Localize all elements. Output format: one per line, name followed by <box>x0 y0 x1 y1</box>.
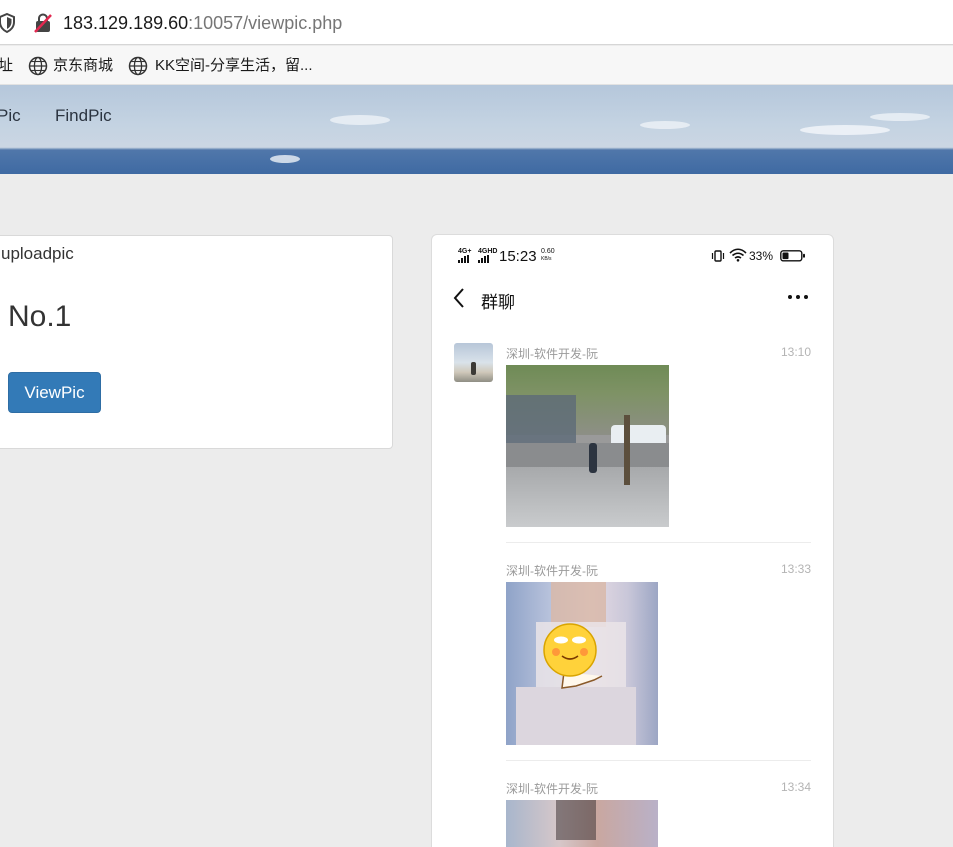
bookmark-partial[interactable]: 址 <box>0 57 13 75</box>
photo-street-image[interactable] <box>506 365 669 527</box>
message-sender: 深圳-软件开发-阮 <box>506 564 598 578</box>
chat-header: 群聊 <box>432 281 833 321</box>
message-sender: 深圳-软件开发-阮 <box>506 782 598 796</box>
cloud-shape <box>870 113 930 121</box>
message-sender: 深圳-软件开发-阮 <box>506 347 598 361</box>
signal-icon <box>478 255 489 263</box>
avatar-figure <box>471 362 476 375</box>
url-text[interactable]: 183.129.189.60:10057/viewpic.php <box>63 13 342 33</box>
cloud-shape <box>330 115 390 125</box>
battery-icon <box>780 250 805 262</box>
upload-panel: uploadpic No.1 ViewPic <box>0 235 393 449</box>
signal-icon <box>458 255 469 263</box>
net2-label: 4GHD <box>478 248 498 255</box>
photo-road-dark <box>506 443 669 467</box>
net-speed-value: 0.60 <box>541 248 555 255</box>
cloud-shape <box>270 155 300 163</box>
cloud-shape <box>800 125 890 135</box>
phone-status-bar: 4G+ 4GHD 15:23 0.60 KB/s 33% <box>432 235 833 279</box>
net1-label: 4G+ <box>458 248 472 255</box>
emoji-sticker-icon <box>543 623 603 689</box>
vibrate-icon <box>711 250 725 262</box>
bookmarks-bar: 址 京东商城 KK空间-分享生活，留... <box>0 46 953 85</box>
viewpic-button[interactable]: ViewPic <box>8 372 101 413</box>
avatar[interactable] <box>454 343 493 382</box>
url-path: :10057/viewpic.php <box>188 13 343 33</box>
site-header: Pic FindPic <box>0 85 953 174</box>
photo-partial-image[interactable] <box>506 800 658 847</box>
wifi-icon <box>729 248 747 262</box>
message-time: 13:34 <box>780 780 811 794</box>
chat-title: 群聊 <box>481 293 515 312</box>
nav-uploadpic-link[interactable]: Pic <box>0 106 21 126</box>
globe-icon <box>28 56 48 76</box>
nav-findpic-link[interactable]: FindPic <box>55 106 112 126</box>
photo-mosaic-block <box>556 800 596 840</box>
message-time: 13:33 <box>780 562 811 576</box>
panel-title: uploadpic <box>1 244 74 263</box>
insecure-lock-icon[interactable] <box>33 13 53 33</box>
message-divider <box>506 760 811 761</box>
photo-building <box>506 395 576 443</box>
url-host: 183.129.189.60 <box>63 13 189 33</box>
net-speed-unit: KB/s <box>541 256 552 262</box>
photo-person <box>589 443 597 473</box>
panel-number: No.1 <box>8 300 72 333</box>
status-time: 15:23 <box>499 248 537 265</box>
photo-pixelated-image[interactable] <box>506 582 658 745</box>
bookmark-kk[interactable]: KK空间-分享生活，留... <box>155 57 313 75</box>
globe-icon <box>128 56 148 76</box>
photo-pavement <box>506 467 669 527</box>
photo-mosaic-block <box>551 582 606 627</box>
address-bar[interactable]: 183.129.189.60:10057/viewpic.php <box>0 0 953 45</box>
message-time: 13:10 <box>780 345 811 359</box>
message-divider <box>506 542 811 543</box>
photo-mosaic-block <box>516 687 636 745</box>
photo-tree-trunk <box>624 415 630 485</box>
tracking-shield-icon[interactable] <box>0 13 16 33</box>
phone-screenshot: 4G+ 4GHD 15:23 0.60 KB/s 33% 群聊 深圳-软件开发-… <box>431 234 834 847</box>
bookmark-jd[interactable]: 京东商城 <box>53 57 113 75</box>
battery-percent: 33% <box>749 249 774 263</box>
cloud-shape <box>640 121 690 129</box>
more-options-icon[interactable] <box>786 289 810 305</box>
back-arrow-icon[interactable] <box>452 287 466 309</box>
